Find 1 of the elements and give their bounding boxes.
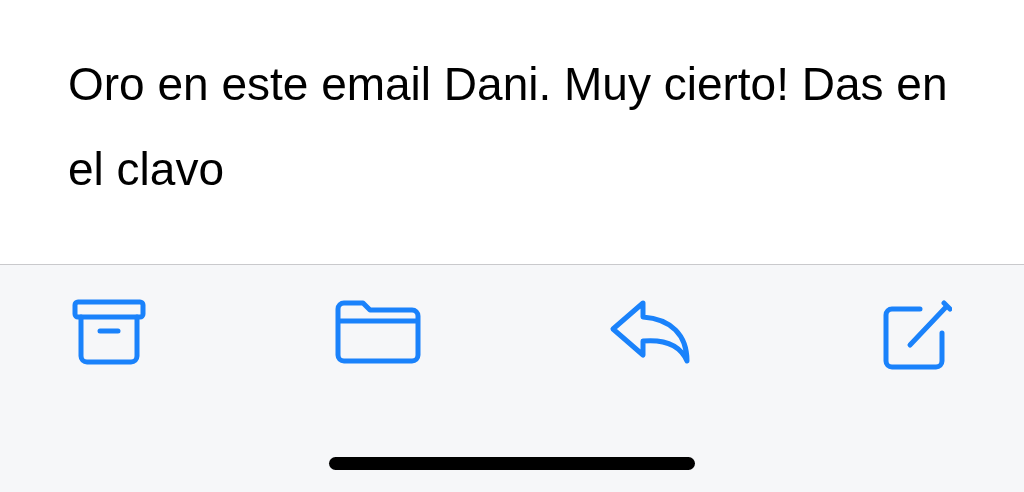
message-text: Oro en este email Dani. Muy cierto! Das en el clavo	[68, 57, 949, 197]
